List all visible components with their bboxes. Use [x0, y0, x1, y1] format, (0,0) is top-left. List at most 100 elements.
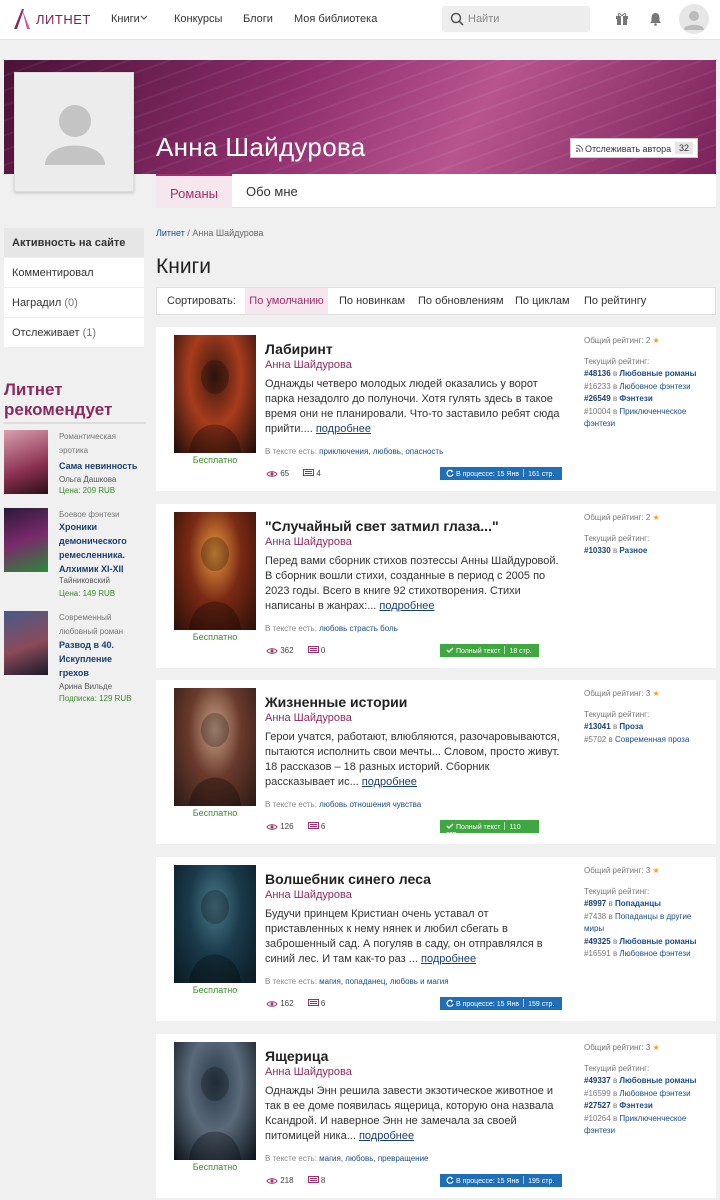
sort-newest[interactable]: По новинкам — [339, 288, 405, 314]
more-link[interactable]: подробнее — [362, 776, 417, 788]
book-title[interactable]: Ящерица — [265, 1048, 328, 1064]
sidebar-item-label: Наградил — [12, 297, 62, 309]
overall-value: 3 — [645, 689, 651, 698]
rank-category[interactable]: Проза — [619, 722, 643, 731]
book-cover[interactable] — [174, 335, 256, 453]
sort-rating[interactable]: По рейтингу — [584, 288, 646, 314]
book-author[interactable]: Анна Шайдурова — [265, 712, 352, 724]
comments-count: 8 — [320, 1176, 326, 1185]
user-icon — [684, 11, 704, 30]
rank-category[interactable]: Фэнтези — [619, 1101, 652, 1110]
logo-text: ЛИТНЕТ — [36, 12, 91, 27]
sort-updates[interactable]: По обновлениям — [418, 288, 504, 314]
user-avatar[interactable] — [679, 4, 709, 34]
book-author[interactable]: Анна Шайдурова — [265, 359, 352, 371]
book-tags: В тексте есть: магия, любовь, превращени… — [265, 1154, 429, 1163]
rank-category[interactable]: Любовное фэнтези — [619, 382, 690, 391]
tags-list[interactable]: магия, попаданец, любовь и магия — [319, 977, 448, 986]
recommendation-author[interactable]: Ольга Дашкова — [59, 475, 116, 484]
recommendation-cover[interactable] — [4, 508, 48, 572]
book-cover[interactable] — [174, 1042, 256, 1160]
overall-value: 2 — [645, 513, 651, 522]
tags-list[interactable]: приключения, любовь, опасность — [319, 447, 443, 456]
rank-category[interactable]: Любовные романы — [619, 937, 696, 946]
rank-category[interactable]: Любовное фэнтези — [619, 949, 690, 958]
more-link[interactable]: подробнее — [379, 600, 434, 612]
recommendation-cover[interactable] — [4, 430, 48, 494]
recommendation-item[interactable]: Современный любовный роман Развод в 40. … — [4, 611, 146, 707]
nav-contests[interactable]: Конкурсы — [174, 13, 222, 25]
book-title[interactable]: Жизненные истории — [265, 694, 407, 710]
recommendation-author[interactable]: Арина Вильде — [59, 682, 112, 691]
eye-icon — [266, 471, 278, 477]
tags-label: В тексте есть: — [265, 1154, 317, 1163]
recommendation-genre: Современный любовный роман — [59, 613, 124, 636]
comments-icon — [307, 999, 319, 1007]
more-link[interactable]: подробнее — [316, 423, 371, 435]
rank-number: #26549 — [584, 394, 611, 403]
sidebar-item-following[interactable]: Отслеживает (1) — [4, 318, 144, 348]
follow-author-button[interactable]: Отслеживать автора 32 — [570, 138, 698, 158]
free-label: Бесплатно — [192, 808, 238, 818]
book-stats: 218 8 — [266, 1176, 325, 1185]
sort-series[interactable]: По циклам — [515, 288, 570, 314]
rss-icon — [576, 145, 583, 152]
sidebar-item-awarded[interactable]: Наградил (0) — [4, 288, 144, 318]
recommendation-title[interactable]: Хроники демонического ремесленника. Алхи… — [59, 520, 147, 576]
book-title[interactable]: Волшебник синего леса — [265, 871, 431, 887]
tags-label: В тексте есть: — [265, 624, 317, 633]
rank-number: #7438 — [584, 911, 607, 921]
activity-title: Активность на сайте — [4, 228, 144, 258]
book-author[interactable]: Анна Шайдурова — [265, 536, 352, 548]
more-link[interactable]: подробнее — [421, 953, 476, 965]
overall-value: 3 — [645, 866, 651, 875]
book-title[interactable]: "Случайный свет затмил глаза..." — [265, 518, 499, 534]
nav-library[interactable]: Моя библиотека — [294, 13, 377, 25]
rank-category[interactable]: Современная проза — [615, 735, 689, 744]
rank-entry: #7438 в Попаданцы в другие миры — [584, 911, 712, 936]
nav-books[interactable]: Книги — [111, 13, 140, 25]
nav-blogs[interactable]: Блоги — [243, 13, 273, 25]
pages-count: 159 стр. — [528, 1001, 555, 1008]
rank-entry: #49325 в Любовные романы — [584, 936, 712, 949]
book-description: Будучи принцем Кристиан очень уставал от… — [265, 907, 561, 967]
bell-icon[interactable] — [649, 12, 662, 26]
recommendation-title[interactable]: Сама невинность — [59, 459, 147, 473]
chevron-down-icon[interactable] — [140, 15, 148, 21]
recommendation-item[interactable]: Боевое фэнтези Хроники демонического рем… — [4, 508, 146, 600]
recommendation-item[interactable]: Романтическая эротика Сама невинность Ол… — [4, 430, 146, 496]
rank-category[interactable]: Любовные романы — [619, 1076, 696, 1085]
eye-icon — [266, 648, 278, 654]
tab-novels[interactable]: Романы — [156, 174, 232, 208]
current-label: Текущий рейтинг: — [584, 1063, 650, 1073]
sidebar-item-commented[interactable]: Комментировал — [4, 258, 144, 288]
book-description: Однажды Энн решила завести экзотическое … — [265, 1084, 561, 1144]
book-cover[interactable] — [174, 865, 256, 983]
book-cover[interactable] — [174, 512, 256, 630]
tags-label: В тексте есть: — [265, 800, 317, 809]
book-cover[interactable] — [174, 688, 256, 806]
site-logo[interactable]: ЛИТНЕТ — [12, 8, 92, 30]
rank-category[interactable]: Разное — [619, 546, 647, 555]
rank-category[interactable]: Фэнтези — [619, 394, 652, 403]
book-title[interactable]: Лабиринт — [265, 341, 333, 357]
rank-category[interactable]: Попаданцы — [615, 899, 661, 908]
book-author[interactable]: Анна Шайдурова — [265, 889, 352, 901]
recommendation-author[interactable]: Тайниковский — [59, 576, 110, 585]
recommendation-cover[interactable] — [4, 611, 48, 675]
rank-in: в — [612, 406, 618, 416]
status-text: Полный текст — [455, 824, 501, 831]
tab-about[interactable]: Обо мне — [246, 174, 298, 208]
sort-default[interactable]: По умолчанию — [245, 288, 328, 314]
gift-icon[interactable] — [615, 11, 629, 26]
search-input[interactable]: Найти — [442, 6, 590, 32]
more-link[interactable]: подробнее — [359, 1130, 414, 1142]
tags-list[interactable]: магия, любовь, превращение — [319, 1154, 428, 1163]
breadcrumb-root[interactable]: Литнет — [156, 228, 185, 238]
tags-list[interactable]: любовь страсть боль — [319, 624, 398, 633]
rank-category[interactable]: Любовные романы — [619, 369, 696, 378]
book-author[interactable]: Анна Шайдурова — [265, 1066, 352, 1078]
tags-list[interactable]: любовь отношения чувства — [319, 800, 421, 809]
recommendation-title[interactable]: Развод в 40. Искупление грехов — [59, 638, 129, 680]
rank-category[interactable]: Любовное фэнтези — [619, 1089, 690, 1098]
